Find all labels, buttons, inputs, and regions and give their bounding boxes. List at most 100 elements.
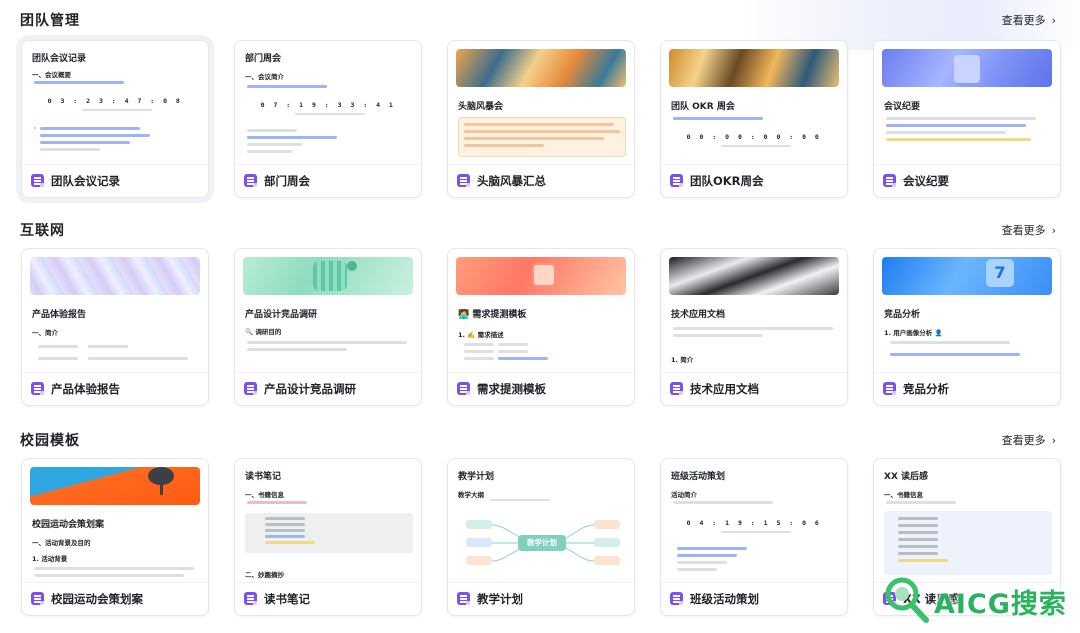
watermark-logo: AICG搜索 xyxy=(882,572,1072,628)
card-preview: 部门周会 一、会议简介 0 7 : 1 9 : 3 3 : 4 1 xyxy=(235,41,421,165)
card-preview: 产品体验报告 一、简介 xyxy=(22,249,208,373)
card-preview: 读书笔记 一、书籍信息 二、妙趣摘抄 xyxy=(235,459,421,583)
section-title: 校园模板 xyxy=(20,433,80,449)
card-preview: 7 竞品分析 1. 用户画像分析 👤 xyxy=(874,249,1060,373)
chevron-right-icon: › xyxy=(1051,224,1056,237)
template-card-tech-application-doc[interactable]: 技术应用文档 1. 简介 技术应用文档 xyxy=(660,248,848,406)
card-preview: XX 读后感 一、书籍信息 xyxy=(874,459,1060,583)
card-caption: 团队会议记录 xyxy=(22,164,208,197)
doc-icon xyxy=(670,382,683,395)
doc-icon xyxy=(31,382,44,395)
book-info-box xyxy=(884,511,1052,575)
doc-icon xyxy=(670,592,683,605)
doc-icon xyxy=(244,382,257,395)
card-preview: 团队 OKR 周会 0 0 : 0 0 : 0 0 : 0 0 xyxy=(661,41,847,165)
section-team-management: 团队管理 查看更多 › 团队会议记录 一、会议概要 0 3 : 2 3 : 4 7… xyxy=(0,10,1080,200)
card-caption: 团队OKR周会 xyxy=(661,164,847,197)
doc-icon xyxy=(244,174,257,187)
cover-image xyxy=(882,49,1052,87)
card-preview: 团队会议记录 一、会议概要 0 3 : 2 3 : 4 7 : 0 8 xyxy=(22,41,208,165)
card-caption: 需求提测模板 xyxy=(448,372,634,405)
card-caption: 竞品分析 xyxy=(874,372,1060,405)
card-caption: 部门周会 xyxy=(235,164,421,197)
template-card-team-meeting-record[interactable]: 团队会议记录 一、会议概要 0 3 : 2 3 : 4 7 : 0 8 团队会议… xyxy=(21,40,209,198)
card-label: 教学计划 xyxy=(477,591,523,606)
card-caption: 技术应用文档 xyxy=(661,372,847,405)
card-preview: 校园运动会策划案 一、活动背景及目的 1. 活动背景 xyxy=(22,459,208,583)
cover-image: 7 xyxy=(882,257,1052,295)
countdown-timer: 0 4 : 1 9 : 1 5 : 0 6 xyxy=(686,519,822,527)
cover-image xyxy=(456,49,626,87)
template-card-competitor-analysis[interactable]: 7 竞品分析 1. 用户画像分析 👤 竞品分析 xyxy=(873,248,1061,406)
template-card-requirement-test-template[interactable]: 🧑‍💻 需求提测模板 1. ✍️ 需求描述 需求提测模板 xyxy=(447,248,635,406)
watermark-text: AICG搜索 xyxy=(934,589,1067,620)
card-label: 需求提测模板 xyxy=(477,381,546,396)
cover-image xyxy=(30,467,200,505)
cover-image xyxy=(669,49,839,87)
template-card-reading-notes[interactable]: 读书笔记 一、书籍信息 二、妙趣摘抄 读书笔记 xyxy=(234,458,422,616)
card-preview: 头脑风暴会 xyxy=(448,41,634,165)
see-more-link[interactable]: 查看更多 › xyxy=(1002,222,1056,238)
card-caption: 读书笔记 xyxy=(235,582,421,615)
countdown-timer: 0 7 : 1 9 : 3 3 : 4 1 xyxy=(260,101,396,109)
card-caption: 教学计划 xyxy=(448,582,634,615)
doc-icon xyxy=(244,592,257,605)
card-label: 团队OKR周会 xyxy=(690,173,764,188)
see-more-link[interactable]: 查看更多 › xyxy=(1002,432,1056,448)
cover-image xyxy=(669,257,839,295)
cover-image xyxy=(456,257,626,295)
template-card-teaching-plan[interactable]: 教学计划 教学大纲 教学计划 教学计划 xyxy=(447,458,635,616)
doc-icon xyxy=(670,174,683,187)
card-caption: 会议纪要 xyxy=(874,164,1060,197)
cover-image xyxy=(243,257,413,295)
card-preview: 技术应用文档 1. 简介 xyxy=(661,249,847,373)
section-title: 团队管理 xyxy=(20,13,80,29)
card-label: 读书笔记 xyxy=(264,591,310,606)
card-label: 班级活动策划 xyxy=(690,591,759,606)
countdown-timer: 0 0 : 0 0 : 0 0 : 0 0 xyxy=(686,133,822,141)
card-preview: 产品设计竞品调研 🔍 调研目的 xyxy=(235,249,421,373)
template-card-department-weekly[interactable]: 部门周会 一、会议简介 0 7 : 1 9 : 3 3 : 4 1 部门周会 xyxy=(234,40,422,198)
card-label: 产品设计竞品调研 xyxy=(264,381,356,396)
template-card-class-activity-plan[interactable]: 班级活动策划 活动简介 0 4 : 1 9 : 1 5 : 0 6 班级活动策划 xyxy=(660,458,848,616)
template-card-team-okr-weekly[interactable]: 团队 OKR 周会 0 0 : 0 0 : 0 0 : 0 0 团队OKR周会 xyxy=(660,40,848,198)
doc-icon xyxy=(31,592,44,605)
chevron-right-icon: › xyxy=(1051,434,1056,447)
section-title: 互联网 xyxy=(20,223,65,239)
section-header: 团队管理 查看更多 › xyxy=(20,10,1060,32)
card-caption: 产品设计竞品调研 xyxy=(235,372,421,405)
card-label: 校园运动会策划案 xyxy=(51,591,143,606)
cover-image xyxy=(30,257,200,295)
card-caption: 校园运动会策划案 xyxy=(22,582,208,615)
doc-icon xyxy=(31,174,44,187)
card-label: 会议纪要 xyxy=(903,173,949,188)
card-preview: 班级活动策划 活动简介 0 4 : 1 9 : 1 5 : 0 6 xyxy=(661,459,847,583)
countdown-timer: 0 3 : 2 3 : 4 7 : 0 8 xyxy=(47,97,183,105)
card-label: 产品体验报告 xyxy=(51,381,120,396)
template-card-meeting-minutes[interactable]: 会议纪要 会议纪要 xyxy=(873,40,1061,198)
template-card-sports-meeting-plan[interactable]: 校园运动会策划案 一、活动背景及目的 1. 活动背景 校园运动会策划案 xyxy=(21,458,209,616)
doc-icon xyxy=(457,592,470,605)
section-internet: 互联网 查看更多 › 产品体验报告 一、简介 产品体验报告 产品设计竞品调研 🔍 … xyxy=(0,220,1080,410)
card-preview: 🧑‍💻 需求提测模板 1. ✍️ 需求描述 xyxy=(448,249,634,373)
card-label: 技术应用文档 xyxy=(690,381,759,396)
card-caption: 班级活动策划 xyxy=(661,582,847,615)
card-label: 竞品分析 xyxy=(903,381,949,396)
card-caption: 产品体验报告 xyxy=(22,372,208,405)
card-caption: 头脑风暴汇总 xyxy=(448,164,634,197)
see-more-link[interactable]: 查看更多 › xyxy=(1002,12,1056,28)
magnifier-logo-icon xyxy=(885,577,929,623)
section-header: 校园模板 查看更多 › xyxy=(20,430,1060,452)
mind-map-center: 教学计划 xyxy=(518,535,566,551)
template-card-brainstorm-summary[interactable]: 头脑风暴会 头脑风暴汇总 xyxy=(447,40,635,198)
doc-icon xyxy=(883,174,896,187)
doc-icon xyxy=(457,382,470,395)
card-label: 头脑风暴汇总 xyxy=(477,173,546,188)
doc-icon xyxy=(883,382,896,395)
template-card-product-design-research[interactable]: 产品设计竞品调研 🔍 调研目的 产品设计竞品调研 xyxy=(234,248,422,406)
section-header: 互联网 查看更多 › xyxy=(20,220,1060,242)
card-preview: 会议纪要 xyxy=(874,41,1060,165)
template-card-product-experience-report[interactable]: 产品体验报告 一、简介 产品体验报告 xyxy=(21,248,209,406)
chevron-right-icon: › xyxy=(1051,14,1056,27)
card-preview: 教学计划 教学大纲 教学计划 xyxy=(448,459,634,583)
